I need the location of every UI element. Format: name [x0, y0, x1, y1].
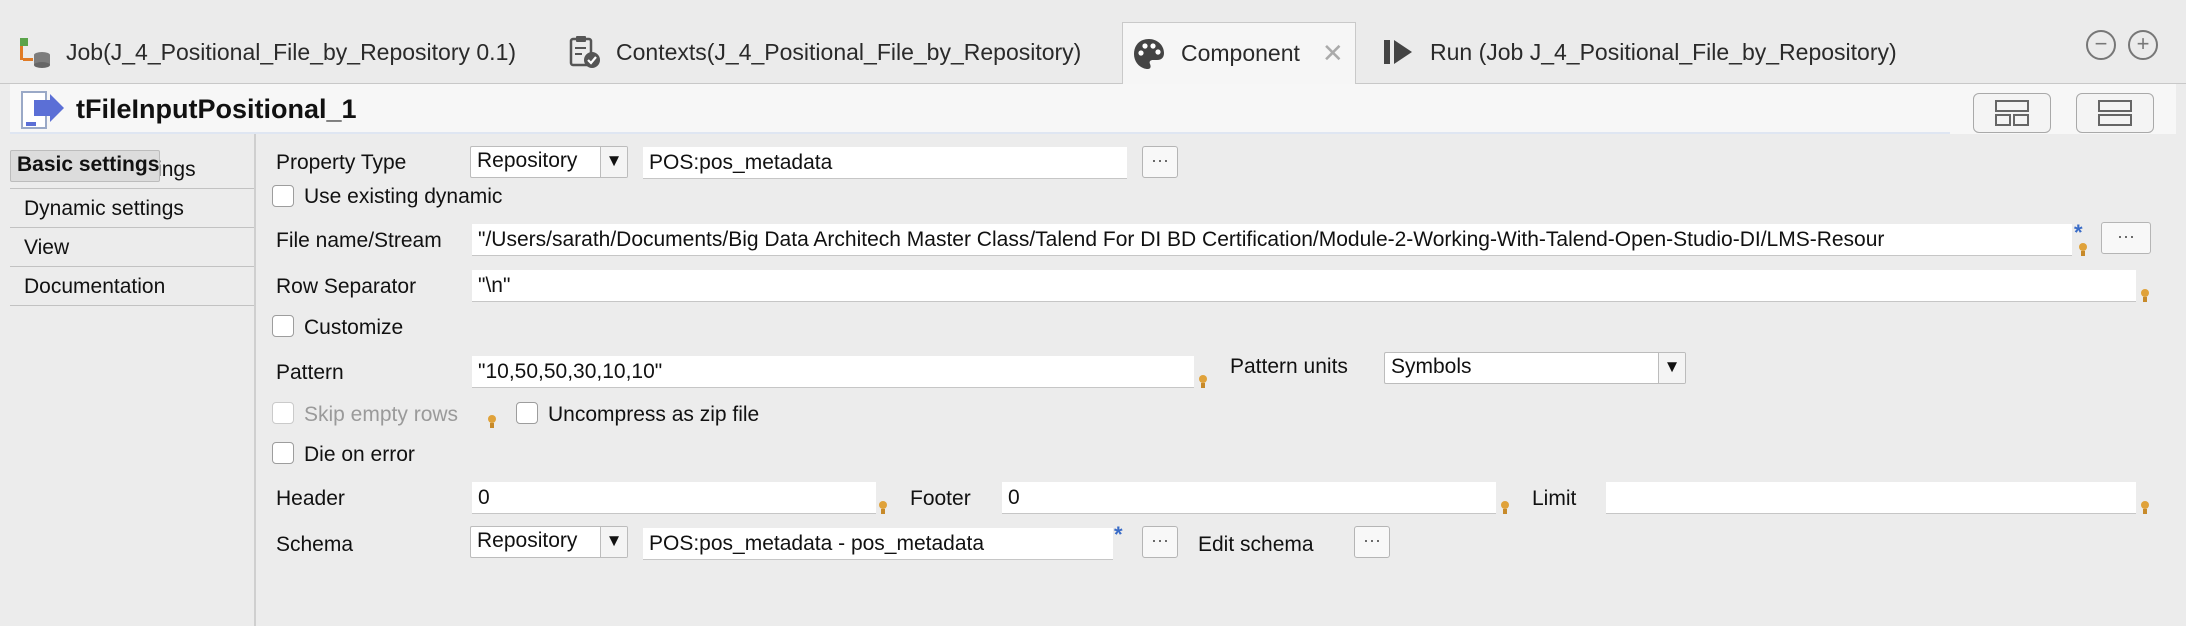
schema-label: Schema	[276, 533, 354, 556]
customize-checkbox[interactable]	[272, 315, 294, 337]
tab-job[interactable]: Job(J_4_Positional_File_by_Repository 0.…	[16, 22, 516, 82]
maximize-icon[interactable]: +	[2128, 30, 2158, 60]
dropdown-arrow-icon: ▼	[600, 527, 627, 557]
minimize-icon[interactable]: −	[2086, 30, 2116, 60]
limit-field[interactable]	[1606, 482, 2136, 514]
nav-basic-settings[interactable]: Basic settings	[10, 150, 161, 182]
dropdown-arrow-icon: ▼	[1658, 353, 1685, 383]
file-name-field[interactable]: "/Users/sarath/Documents/Big Data Archit…	[472, 224, 2072, 256]
nav-documentation[interactable]: Documentation	[10, 267, 254, 306]
dropdown-arrow-icon: ▼	[600, 147, 627, 177]
page-title: tFileInputPositional_1	[76, 94, 357, 124]
use-existing-dynamic-label: Use existing dynamic	[304, 185, 503, 208]
layout-rows-icon	[2098, 100, 2132, 126]
use-existing-dynamic-checkbox[interactable]	[272, 185, 294, 207]
schema-browse-button[interactable]: ···	[1142, 526, 1178, 558]
file-name-label: File name/Stream	[276, 229, 442, 252]
uncompress-zip-label: Uncompress as zip file	[548, 403, 760, 426]
schema-type-value: Repository	[477, 529, 578, 552]
nav-dynamic-settings[interactable]: Dynamic settings	[10, 189, 254, 228]
skip-empty-rows-checkbox[interactable]	[272, 402, 294, 424]
tab-component[interactable]: Component ✕	[1122, 22, 1356, 84]
uncompress-zip-checkbox[interactable]	[516, 402, 538, 424]
tab-run-label: Run (Job J_4_Positional_File_by_Reposito…	[1430, 38, 1897, 65]
pattern-units-select[interactable]: Symbols ▼	[1384, 352, 1686, 384]
schema-repository-field[interactable]: POS:pos_metadata - pos_metadata	[643, 528, 1113, 560]
layout-rows-button[interactable]	[2076, 93, 2154, 133]
bulb-icon	[2140, 500, 2150, 516]
header-field[interactable]: 0	[472, 482, 876, 514]
schema-type-select[interactable]: Repository ▼	[470, 526, 628, 558]
job-icon	[16, 34, 52, 70]
pattern-units-value: Symbols	[1391, 355, 1472, 378]
die-on-error-label: Die on error	[304, 443, 415, 466]
bulb-icon	[2078, 242, 2088, 258]
pattern-label: Pattern	[276, 361, 344, 384]
edit-schema-button[interactable]: ···	[1354, 526, 1390, 558]
die-on-error-checkbox[interactable]	[272, 442, 294, 464]
property-type-select[interactable]: Repository ▼	[470, 146, 628, 178]
palette-icon	[1131, 36, 1167, 72]
bulb-icon	[1198, 374, 1208, 390]
property-type-value: Repository	[477, 149, 578, 172]
required-marker: *	[1114, 522, 1123, 547]
footer-label: Footer	[910, 487, 971, 510]
close-icon[interactable]: ✕	[1322, 38, 1344, 69]
edit-schema-label: Edit schema	[1198, 533, 1314, 556]
title-divider	[10, 132, 1950, 134]
pattern-field[interactable]: "10,50,50,30,10,10"	[472, 356, 1194, 388]
skip-empty-rows-label: Skip empty rows	[304, 403, 459, 426]
tab-component-label: Component	[1181, 40, 1300, 66]
component-icon	[20, 90, 66, 137]
row-separator-label: Row Separator	[276, 275, 417, 298]
bulb-icon	[1500, 500, 1510, 516]
property-browse-button[interactable]: ···	[1142, 146, 1178, 178]
bulb-icon	[878, 500, 888, 516]
tab-contexts[interactable]: Contexts(J_4_Positional_File_by_Reposito…	[566, 22, 1081, 82]
contexts-icon	[566, 34, 602, 70]
property-repository-field[interactable]: POS:pos_metadata	[643, 147, 1127, 179]
footer-field[interactable]: 0	[1002, 482, 1496, 514]
bulb-icon	[2140, 288, 2150, 304]
nav-view[interactable]: View	[10, 228, 254, 267]
limit-label: Limit	[1532, 487, 1577, 510]
property-type-label: Property Type	[276, 151, 407, 174]
customize-label: Customize	[304, 316, 404, 339]
pattern-units-label: Pattern units	[1230, 355, 1348, 378]
settings-nav: Basic settings Advanced settings Dynamic…	[10, 150, 254, 306]
tab-run[interactable]: Run (Job J_4_Positional_File_by_Reposito…	[1380, 22, 1897, 82]
run-icon	[1380, 34, 1416, 70]
layout-grid-icon	[1995, 100, 2029, 126]
bulb-icon	[487, 414, 497, 430]
tab-contexts-label: Contexts(J_4_Positional_File_by_Reposito…	[616, 38, 1082, 65]
file-browse-button[interactable]: ···	[2101, 222, 2151, 254]
nav-divider	[254, 134, 256, 626]
row-separator-field[interactable]: "\n"	[472, 270, 2136, 302]
tab-job-label: Job(J_4_Positional_File_by_Repository 0.…	[66, 38, 517, 65]
layout-grid-button[interactable]	[1973, 93, 2051, 133]
header-label: Header	[276, 487, 345, 510]
